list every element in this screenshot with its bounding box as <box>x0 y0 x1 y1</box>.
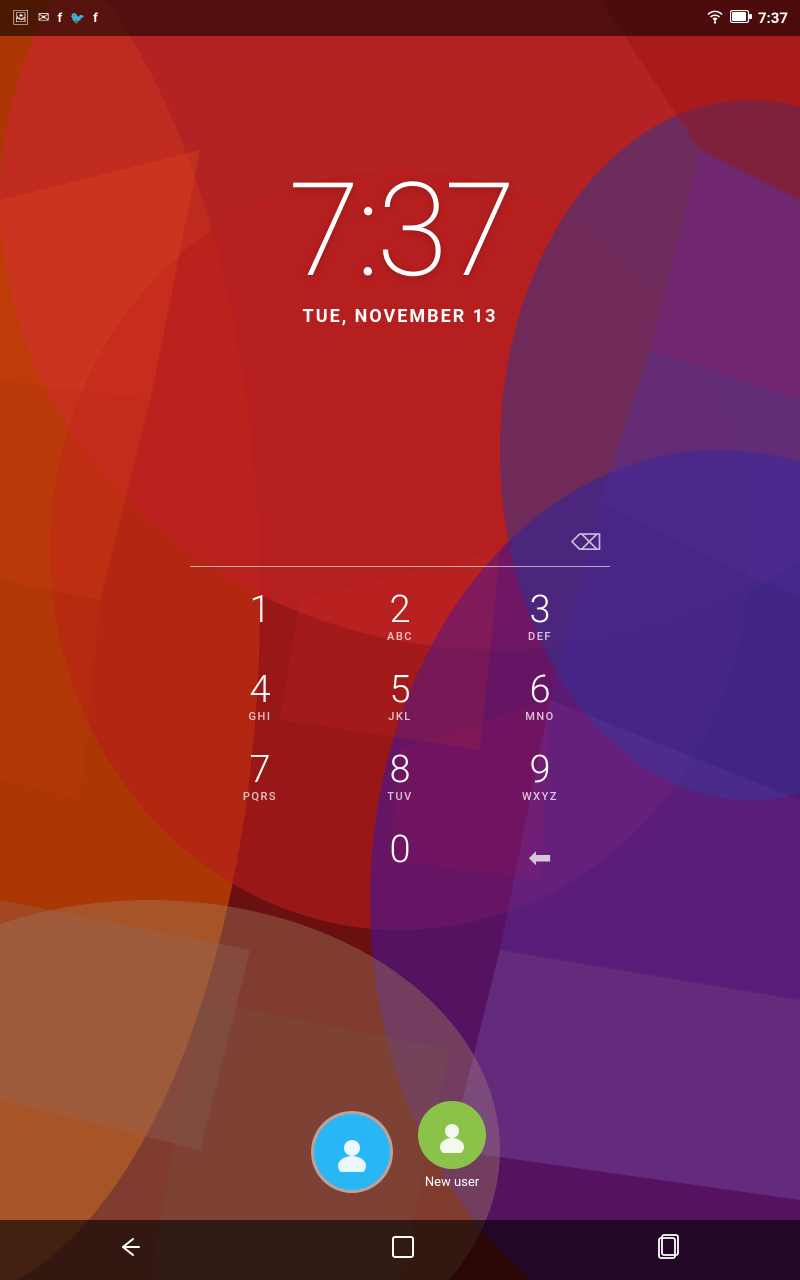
status-bar: 🖼 ✉ f 🐦 f 7:37 <box>0 0 800 36</box>
key-7[interactable]: 7 PQRS <box>190 737 330 817</box>
key-0[interactable]: 0 <box>330 817 470 897</box>
image-notification-icon: 🖼 <box>12 11 30 25</box>
numpad: 1 2 ABC 3 DEF 4 GHI 5 JKL <box>190 577 610 897</box>
clock-date: TUE, NOVEMBER 13 <box>288 306 511 327</box>
key-9[interactable]: 9 WXYZ <box>470 737 610 817</box>
twitter-notification-icon: 🐦 <box>70 12 85 24</box>
users-area: New user <box>314 1101 486 1190</box>
key-2[interactable]: 2 ABC <box>330 577 470 657</box>
key-8[interactable]: 8 TUV <box>330 737 470 817</box>
main-content: 7:37 TUE, NOVEMBER 13 ⌫ 1 2 ABC 3 DEF <box>0 36 800 1232</box>
email-notification-icon: ✉ <box>38 11 50 25</box>
backspace-arrow-icon: ⬅ <box>528 841 551 874</box>
clock-display: 7:37 <box>288 166 511 296</box>
status-bar-time: 7:37 <box>758 9 788 27</box>
status-bar-notifications: 🖼 ✉ f 🐦 f <box>12 11 98 25</box>
new-user-label: New user <box>425 1175 479 1190</box>
key-6[interactable]: 6 MNO <box>470 657 610 737</box>
back-button[interactable] <box>91 1227 179 1273</box>
status-bar-system: 7:37 <box>706 9 788 27</box>
pin-entry-area: ⌫ 1 2 ABC 3 DEF 4 GHI <box>190 527 610 897</box>
pin-backspace-icon[interactable]: ⌫ <box>563 527 610 560</box>
facebook-notification-icon: f <box>58 12 63 25</box>
home-button[interactable] <box>360 1224 446 1276</box>
key-3[interactable]: 3 DEF <box>470 577 610 657</box>
key-empty-left <box>190 817 330 897</box>
new-user-avatar[interactable]: New user <box>418 1101 486 1190</box>
key-backspace[interactable]: ⬅ <box>470 817 610 897</box>
primary-user-avatar[interactable] <box>314 1114 390 1190</box>
key-5[interactable]: 5 JKL <box>330 657 470 737</box>
navigation-bar <box>0 1220 800 1280</box>
facebook2-notification-icon: f <box>93 12 98 25</box>
new-user-avatar-circle <box>418 1101 486 1169</box>
recents-button[interactable] <box>627 1224 709 1276</box>
battery-icon <box>730 10 752 26</box>
key-1[interactable]: 1 <box>190 577 330 657</box>
primary-avatar-circle <box>314 1114 390 1190</box>
wifi-icon <box>706 10 724 27</box>
pin-input-row: ⌫ <box>190 527 610 567</box>
key-4[interactable]: 4 GHI <box>190 657 330 737</box>
clock-area: 7:37 TUE, NOVEMBER 13 <box>288 166 511 327</box>
